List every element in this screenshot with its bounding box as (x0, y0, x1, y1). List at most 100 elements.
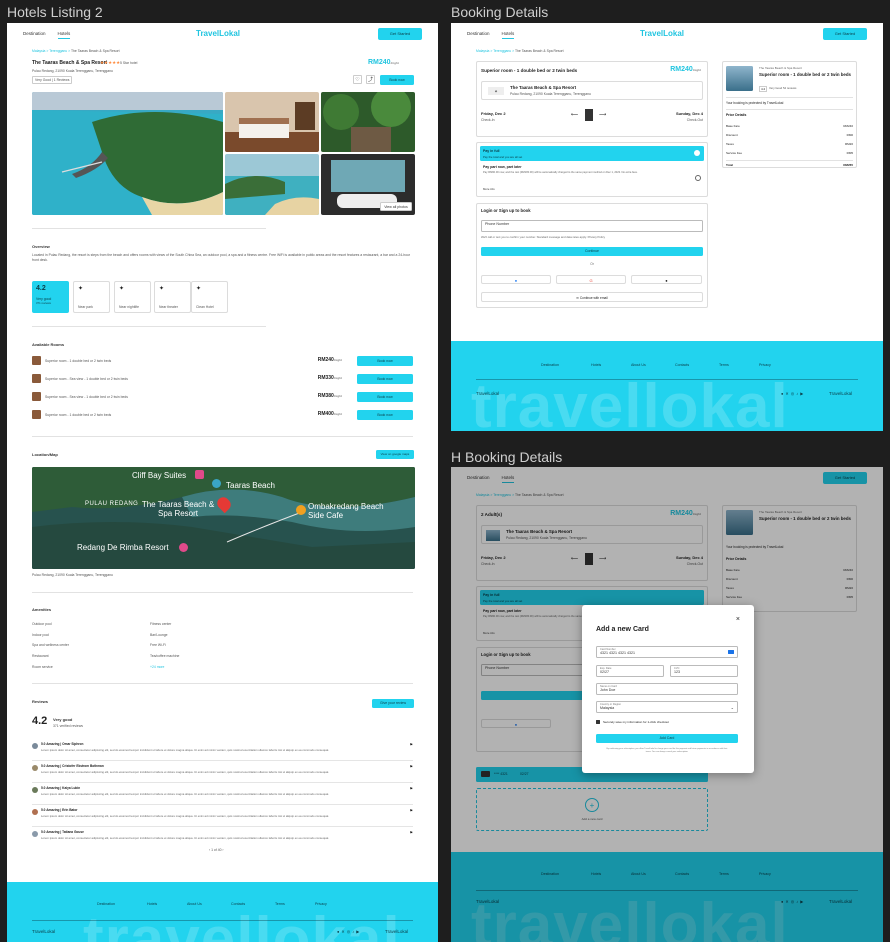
footer-link[interactable]: Privacy (759, 363, 771, 367)
book-now-button[interactable]: Book now (380, 75, 414, 85)
google-maps-button[interactable]: View on google maps (376, 450, 414, 459)
footer-link[interactable]: Contacts (675, 363, 689, 367)
review-head: 5.0 Amazing | Omar Siphron (41, 742, 84, 746)
review-head: 5.0 Amazing | Erin Bator (41, 808, 78, 812)
review-text: Lorem ipsum dolor sit amet, consectetur … (41, 792, 330, 796)
nav-destination[interactable]: Destination (467, 31, 490, 36)
reviews-link[interactable]: Very Good | 1 Reviews (32, 76, 73, 84)
view-all-photos-button[interactable]: View all photos (380, 202, 412, 211)
book-now-button[interactable]: Book now (357, 410, 413, 420)
top-nav: Destination Hotels TravelLokal Get Starte… (451, 23, 883, 45)
breadcrumb-item[interactable]: Terengganu (493, 49, 511, 53)
nav-hotels[interactable]: Hotels (501, 31, 515, 39)
room-row: Superior room - 1 double bed or 2 twin b… (32, 409, 413, 421)
facebook-icon[interactable]: ● (481, 275, 551, 284)
country-select[interactable]: Country or Region Malaysia ⌄ (596, 701, 738, 713)
exp-date-value: 02/27 (600, 670, 609, 674)
social-icons[interactable]: ●✕◎♪▶ (337, 929, 361, 934)
frame-label-h-booking-details: H Booking Details (451, 449, 563, 465)
flag-icon[interactable]: ⚑ (409, 786, 413, 791)
radio-unselected[interactable] (695, 175, 701, 181)
footer-logo[interactable]: TravelLokal (476, 391, 499, 396)
next-page-icon[interactable]: › (222, 848, 223, 852)
footer-link[interactable]: Contacts (231, 902, 245, 906)
or-divider: Or (590, 262, 594, 266)
footer-link[interactable]: Destination (541, 363, 559, 367)
country-label: Country or Region (600, 703, 622, 706)
flag-icon[interactable]: ⚑ (409, 830, 413, 835)
book-now-button[interactable]: Book now (357, 392, 413, 402)
hotel-photo-forest[interactable] (321, 92, 415, 152)
share-icon[interactable]: ⤴ (366, 75, 375, 84)
radio-selected[interactable] (694, 150, 700, 156)
card-number-value: 4321 4321 4321 4321 (600, 651, 635, 655)
breadcrumb-item[interactable]: Malaysia (476, 49, 489, 53)
breadcrumb-item[interactable]: Malaysia (32, 49, 45, 53)
footer-link[interactable]: Privacy (315, 902, 327, 906)
frame-label-booking-details: Booking Details (451, 4, 549, 20)
hotel-photo-room[interactable] (225, 92, 319, 152)
hotel-photo-main[interactable] (32, 92, 223, 215)
footer-link[interactable]: Hotels (591, 363, 601, 367)
cvc-field[interactable]: CVC 123 (670, 665, 738, 677)
footer-link[interactable]: About Us (631, 363, 646, 367)
name-on-card-field[interactable]: Name on Card John Doe (596, 683, 738, 695)
feature-label: Near nightlife (119, 305, 139, 309)
get-started-button[interactable]: Get Started (378, 28, 422, 40)
nav-destination[interactable]: Destination (23, 31, 46, 36)
footer-link[interactable]: Terms (719, 363, 729, 367)
footer-logo-right[interactable]: TravelLokal (385, 929, 408, 934)
breadcrumb-item[interactable]: Terengganu (49, 49, 67, 53)
sparkle-icon: ✦ (196, 286, 202, 292)
book-now-button[interactable]: Book now (357, 356, 413, 366)
avatar (32, 743, 38, 749)
footer-link[interactable]: Terms (275, 902, 285, 906)
forest-image (321, 92, 415, 152)
prev-page-icon[interactable]: ‹ (209, 848, 210, 852)
more-amenities-link[interactable]: +24 more (150, 662, 179, 673)
breadcrumb-current: The Taaras Beach & Spa Resort (70, 49, 120, 53)
add-card-button[interactable]: Add Card (596, 734, 738, 743)
hotel-pin-icon (195, 470, 204, 479)
pay-part-label[interactable]: Pay part now, part later (483, 165, 522, 169)
beach-pin-icon (212, 479, 221, 488)
google-icon[interactable]: G (556, 275, 626, 284)
flag-icon[interactable]: ⚑ (409, 742, 413, 747)
get-started-button[interactable]: Get Started (823, 28, 867, 40)
price-row-label: Taxes (726, 142, 734, 146)
email-button[interactable]: ✉ Continue with email (481, 292, 703, 302)
hotel-photo-bay[interactable] (225, 154, 319, 215)
footer-logo[interactable]: TravelLokal (32, 929, 55, 934)
reviews-title: Reviews (32, 699, 49, 704)
apple-icon[interactable]: ● (631, 275, 702, 284)
room-name: Superior room - Sea view - 1 double bed … (45, 395, 128, 399)
footer-link[interactable]: About Us (187, 902, 202, 906)
more-info-link[interactable]: More info (483, 187, 495, 191)
card-number-field[interactable]: Card Number 4321 4321 4321 4321 (596, 646, 738, 658)
booking-hotel-name: The Taaras Beach & Spa Resort (510, 85, 577, 90)
logo[interactable]: TravelLokal (640, 29, 684, 38)
social-icons[interactable]: ●✕◎♪▶ (781, 391, 805, 396)
give-review-button[interactable]: Give your review (372, 699, 414, 708)
phone-input[interactable]: Phone Number (481, 220, 703, 232)
footer-logo-right[interactable]: TravelLokal (829, 391, 852, 396)
flag-icon[interactable]: ⚑ (409, 764, 413, 769)
breadcrumb-sep: > (512, 49, 515, 53)
amenity-item: Outdoor pool (32, 622, 52, 626)
amenities-left: Outdoor pool Indoor pool Spa and wellnes… (32, 619, 69, 673)
footer-link[interactable]: Hotels (147, 902, 157, 906)
exp-date-field[interactable]: Exp. Date 02/27 (596, 665, 664, 677)
location-map[interactable]: Cliff Bay Suites Taaras Beach PULAU REDA… (32, 467, 415, 569)
flag-icon[interactable]: ⚑ (409, 808, 413, 813)
close-icon[interactable]: × (736, 616, 740, 623)
book-now-button[interactable]: Book now (357, 374, 413, 384)
pay-full-option[interactable]: Pay in full Pay the total and you are al… (480, 146, 704, 161)
continue-button[interactable]: Continue (481, 247, 703, 256)
nav-hotels[interactable]: Hotels (57, 31, 71, 39)
footer-link[interactable]: Destination (97, 902, 115, 906)
feature-card: ✦ Near park (73, 281, 110, 313)
save-info-checkbox[interactable] (596, 720, 600, 724)
review-head: 5.0 Amazing | Cristofer Ekstrom Bothman (41, 764, 104, 768)
heart-icon[interactable]: ♡ (353, 75, 362, 84)
logo[interactable]: TravelLokal (196, 29, 240, 38)
